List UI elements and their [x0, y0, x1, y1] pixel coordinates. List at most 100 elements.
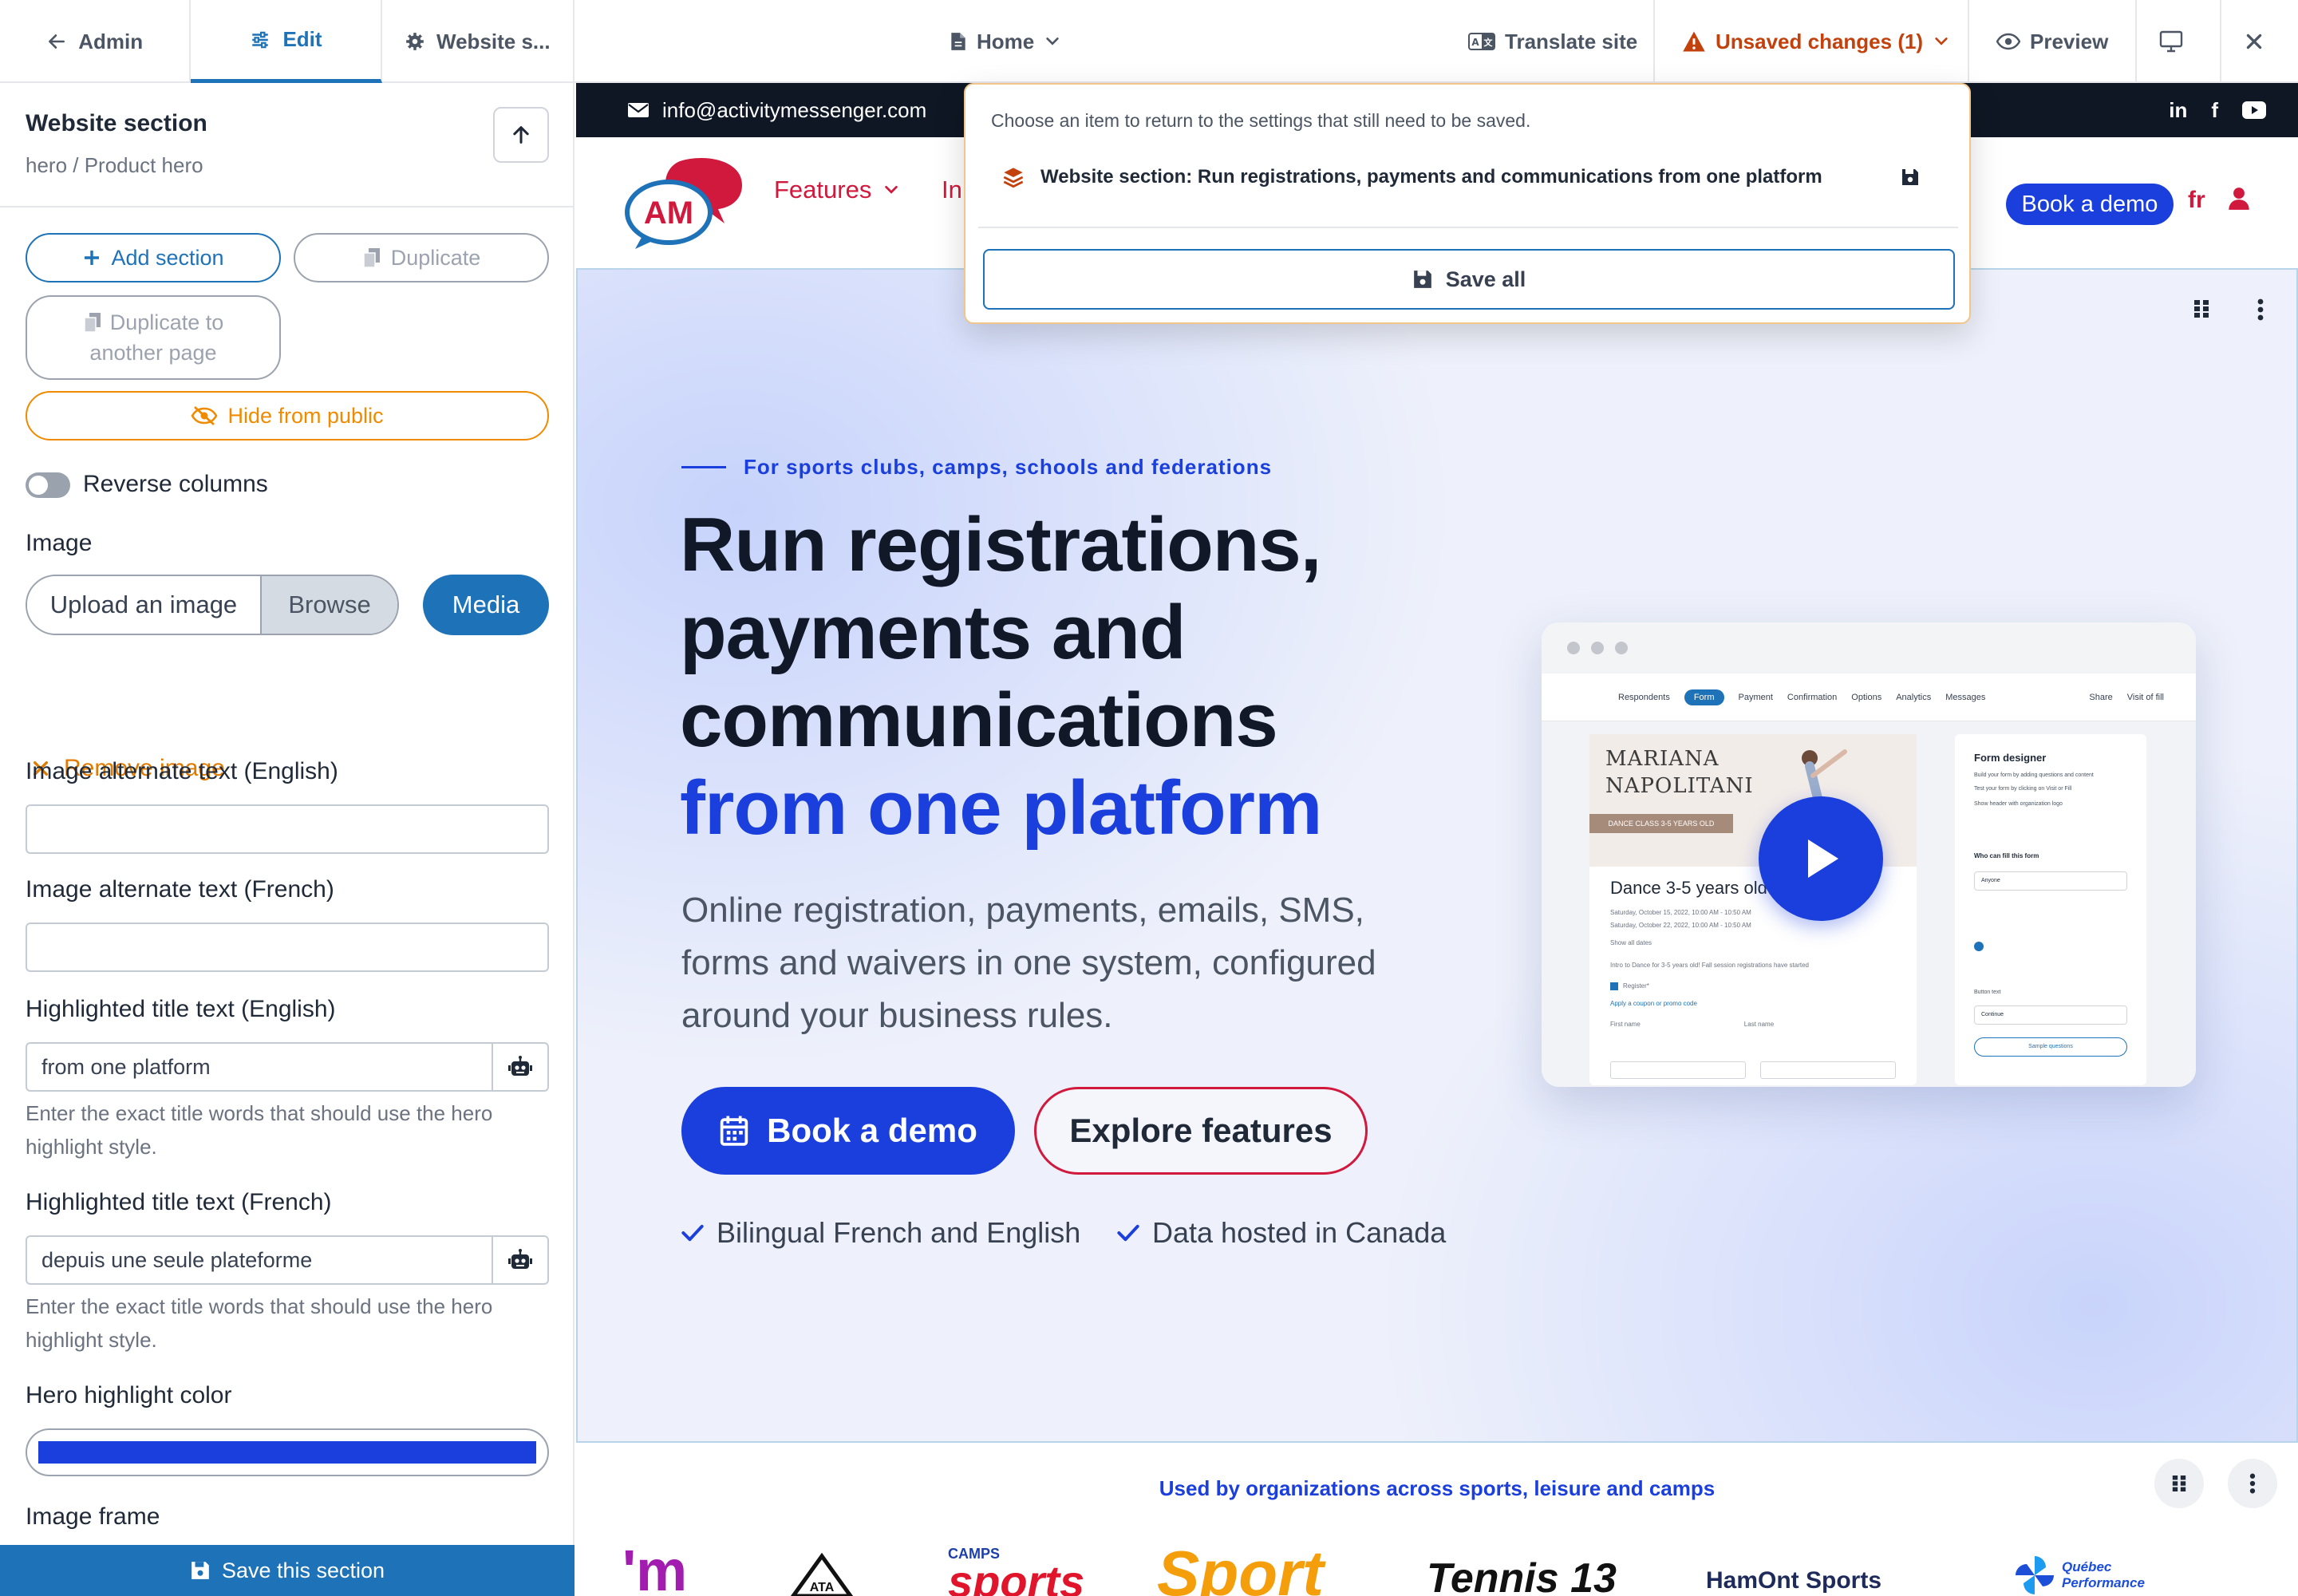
highlight-en-label: Highlighted title text (English) [26, 996, 336, 1022]
section-tools [2154, 1459, 2277, 1508]
alt-text-en-field[interactable] [26, 804, 549, 854]
hero-title: Run registrations, payments and communic… [680, 501, 1478, 852]
collapse-panel-button[interactable] [493, 107, 549, 163]
linkedin-icon[interactable]: in [2169, 98, 2187, 123]
desktop-view-button[interactable] [2159, 0, 2183, 83]
tab-website-settings[interactable]: Website s... [382, 0, 573, 83]
unsaved-changes-button[interactable]: Unsaved changes (1) [1682, 0, 1950, 83]
highlight-en-field[interactable]: from one platform [26, 1042, 549, 1092]
more-options-icon[interactable] [2257, 298, 2264, 321]
upload-image-button[interactable]: Upload an image [27, 576, 260, 634]
alt-text-fr-label: Image alternate text (French) [26, 876, 334, 903]
duplicate-label: Duplicate [390, 245, 481, 270]
drag-handle-icon [2171, 1474, 2187, 1493]
unsaved-changes-dropdown: Choose an item to return to the settings… [964, 83, 1971, 324]
hero-explore-features-button[interactable]: Explore features [1034, 1087, 1368, 1175]
save-section-button[interactable]: Save this section [0, 1545, 574, 1596]
mock-card-badge: DANCE CLASS 3-5 YEARS OLD [1589, 814, 1733, 833]
close-editor-button[interactable] [2244, 0, 2264, 83]
chevron-down-icon [1933, 33, 1950, 50]
drag-handle-icon[interactable] [2193, 298, 2210, 321]
highlight-en-help-line2: highlight style. [26, 1135, 157, 1159]
language-switch[interactable]: fr [2188, 187, 2205, 214]
mock-side-bullet: Show header with organization logo [1974, 801, 2063, 807]
mock-card-title: Dance 3-5 years old [1610, 878, 1767, 898]
alt-text-fr-field[interactable] [26, 922, 549, 972]
contact-email-text: info@activitymessenger.com [662, 97, 927, 122]
ai-translate-button[interactable] [492, 1044, 547, 1090]
mock-last-name-input [1760, 1061, 1896, 1079]
save-section-label: Save this section [221, 1558, 385, 1582]
media-button[interactable]: Media [423, 575, 549, 635]
checkbox-icon [1610, 982, 1618, 990]
nav-item-partial[interactable]: In [942, 176, 962, 204]
client-logo: Sport [1157, 1538, 1324, 1596]
nav-book-demo-button[interactable]: Book a demo [2006, 184, 2174, 225]
topbar-divider [1653, 0, 1655, 83]
alt-text-en-label: Image alternate text (English) [26, 758, 338, 784]
drag-handle-button[interactable] [2154, 1459, 2204, 1508]
translate-site-button[interactable]: A文 Translate site [1468, 0, 1637, 83]
client-logo-text: sports [948, 1556, 1085, 1596]
activitymessenger-logo[interactable]: AM [624, 155, 752, 251]
facebook-icon[interactable]: f [2211, 98, 2218, 123]
play-video-button[interactable] [1759, 796, 1883, 921]
client-logo: 'm [622, 1539, 688, 1596]
mock-share: Share [2089, 692, 2113, 702]
window-dot [1567, 642, 1580, 654]
mock-card-name-line: NAPOLITANI [1605, 774, 1754, 798]
hero-section[interactable]: For sports clubs, camps, schools and fed… [576, 268, 2298, 1443]
ai-translate-button[interactable] [492, 1237, 547, 1283]
translate-site-label: Translate site [1505, 29, 1638, 53]
page-selector[interactable]: Home [950, 0, 1061, 83]
more-options-button[interactable] [2228, 1459, 2277, 1508]
tab-edit-label: Edit [282, 27, 322, 51]
unsaved-item[interactable]: Website section: Run registrations, paym… [1002, 166, 1920, 188]
tab-admin[interactable]: Admin [0, 0, 192, 83]
nav-features-label: Features [774, 176, 872, 203]
highlight-fr-value: depuis une seule plateforme [41, 1248, 313, 1272]
duplicate-to-page-button[interactable]: Duplicate to another page [26, 295, 281, 380]
preview-label: Preview [2030, 29, 2109, 53]
preview-button[interactable]: Preview [1996, 0, 2108, 83]
client-logo: Tennis 13 [1427, 1555, 1617, 1596]
tab-edit[interactable]: Edit [191, 0, 382, 83]
contact-email[interactable]: info@activitymessenger.com [627, 83, 926, 137]
browse-button[interactable]: Browse [260, 576, 397, 634]
client-logo: Québec Performance [2014, 1555, 2158, 1596]
copy-icon [362, 247, 381, 268]
mock-card-showall: Show all dates [1610, 939, 1652, 946]
floppy-icon[interactable] [1901, 168, 1920, 187]
add-section-button[interactable]: Add section [26, 233, 281, 282]
account-button[interactable] [2228, 187, 2250, 211]
mock-card-register: Register* [1610, 980, 1809, 993]
highlight-fr-help-line1: Enter the exact title words that should … [26, 1294, 493, 1318]
chevron-down-icon [1044, 33, 1061, 50]
hero-color-picker[interactable] [26, 1428, 549, 1476]
mock-form-card: MARIANA NAPOLITANI DANCE CLASS 3-5 YEARS… [1589, 734, 1917, 1085]
floppy-icon [190, 1560, 211, 1581]
mock-nav-item-active: Form [1684, 689, 1724, 705]
mock-side-title: Form designer [1974, 752, 2047, 764]
hide-from-public-button[interactable]: Hide from public [26, 391, 549, 440]
radio-icon [1974, 942, 1984, 951]
topbar-divider [1968, 0, 1969, 83]
image-frame-label: Image frame [26, 1503, 160, 1530]
nav-features[interactable]: Features [774, 176, 900, 204]
highlight-fr-field[interactable]: depuis une seule plateforme [26, 1235, 549, 1285]
feature-check: Bilingual French and English [681, 1216, 1080, 1250]
hero-title-line: Run registrations, [680, 502, 1321, 587]
client-logo-text: Québec Performance [2062, 1559, 2145, 1590]
panel-breadcrumb: hero / Product hero [26, 153, 203, 177]
save-all-button[interactable]: Save all [983, 249, 1955, 310]
mock-side-anyone: Anyone [1974, 871, 2127, 891]
reverse-columns-toggle[interactable] [26, 472, 70, 498]
gear-icon [405, 31, 425, 52]
tab-website-settings-label: Website s... [436, 29, 551, 53]
chevron-down-icon [882, 181, 900, 199]
duplicate-button[interactable]: Duplicate [294, 233, 549, 282]
panel-tabs: Admin Edit Website s... [0, 0, 574, 83]
hero-book-demo-button[interactable]: Book a demo [681, 1087, 1015, 1175]
youtube-icon[interactable] [2242, 101, 2266, 119]
logo-text: AM [644, 196, 693, 231]
